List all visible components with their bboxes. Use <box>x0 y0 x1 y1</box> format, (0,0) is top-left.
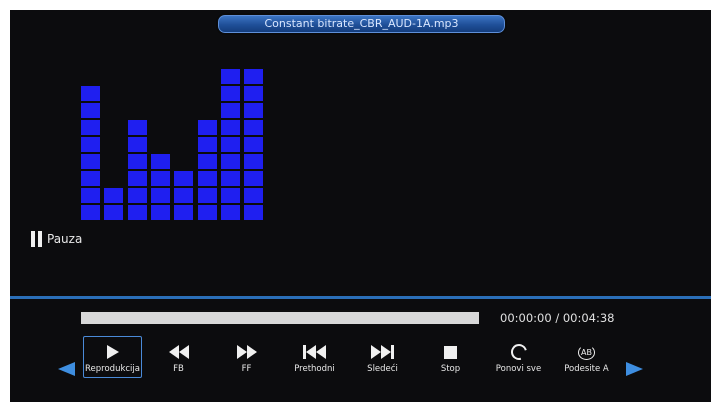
equalizer-cell <box>244 137 263 152</box>
equalizer-cell <box>128 154 147 169</box>
fast-forward-icon <box>218 341 275 363</box>
equalizer-cell <box>244 154 263 169</box>
equalizer-cell <box>244 103 263 118</box>
play-icon <box>106 345 119 359</box>
equalizer-cell <box>81 205 100 220</box>
equalizer-cell <box>151 171 170 186</box>
equalizer-cell <box>221 120 240 135</box>
divider <box>10 296 711 299</box>
total-time: 00:04:38 <box>562 311 615 325</box>
equalizer-cell <box>174 205 193 220</box>
equalizer-cell <box>198 154 217 169</box>
equalizer-cell <box>81 188 100 203</box>
equalizer-cell <box>128 120 147 135</box>
previous-button[interactable]: Prethodni <box>285 336 344 378</box>
play-label: Reprodukcija <box>85 364 140 374</box>
fast-forward-label: FF <box>241 364 252 374</box>
rewind-icon <box>150 341 207 363</box>
equalizer-bar <box>244 67 263 220</box>
stop-button[interactable]: Stop <box>421 336 480 378</box>
equalizer-cell <box>244 188 263 203</box>
equalizer-cell <box>81 171 100 186</box>
previous-label: Prethodni <box>294 364 335 374</box>
equalizer-cell <box>128 188 147 203</box>
equalizer-cell <box>151 154 170 169</box>
equalizer-cell <box>128 137 147 152</box>
repeat-all-button[interactable]: Ponovi sve <box>489 336 548 378</box>
equalizer-cell <box>244 205 263 220</box>
media-player-screen: Constant bitrate_CBR_AUD-1A.mp3 Pauza 00… <box>10 10 711 402</box>
equalizer-cell <box>221 205 240 220</box>
equalizer-visualizer <box>81 55 316 220</box>
scroll-right-arrow-icon[interactable] <box>626 362 643 376</box>
skip-previous-icon <box>286 341 343 363</box>
fast-forward-button[interactable]: FF <box>217 336 276 378</box>
fast-backward-label: FB <box>173 364 184 374</box>
equalizer-cell <box>244 86 263 101</box>
equalizer-bar <box>198 118 217 220</box>
equalizer-bar <box>81 84 100 220</box>
equalizer-cell <box>81 137 100 152</box>
equalizer-cell <box>221 188 240 203</box>
equalizer-cell <box>198 171 217 186</box>
equalizer-cell <box>221 154 240 169</box>
equalizer-cell <box>81 154 100 169</box>
equalizer-cell <box>221 103 240 118</box>
pause-icon <box>31 231 43 247</box>
next-label: Sledeći <box>367 364 398 374</box>
status-label: Pauza <box>47 232 83 246</box>
repeat-icon <box>507 341 530 363</box>
equalizer-cell <box>244 69 263 84</box>
set-a-label: Podesite A <box>564 364 609 374</box>
equalizer-cell <box>128 205 147 220</box>
equalizer-cell <box>128 171 147 186</box>
equalizer-bar <box>151 152 170 220</box>
equalizer-bar <box>104 186 123 220</box>
ab-repeat-icon: AB <box>578 344 595 360</box>
scroll-left-arrow-icon[interactable] <box>58 362 75 376</box>
equalizer-cell <box>198 188 217 203</box>
stop-label: Stop <box>440 364 461 374</box>
fast-backward-button[interactable]: FB <box>149 336 208 378</box>
skip-next-icon <box>354 341 411 363</box>
equalizer-cell <box>174 171 193 186</box>
equalizer-cell <box>244 120 263 135</box>
time-readout: 00:00:00 / 00:04:38 <box>500 311 615 325</box>
equalizer-cell <box>81 86 100 101</box>
stop-icon <box>444 345 457 359</box>
equalizer-cell <box>81 103 100 118</box>
equalizer-cell <box>221 86 240 101</box>
equalizer-cell <box>151 188 170 203</box>
elapsed-time: 00:00:00 <box>500 311 552 325</box>
equalizer-cell <box>221 171 240 186</box>
equalizer-cell <box>151 205 170 220</box>
equalizer-cell <box>198 137 217 152</box>
equalizer-cell <box>81 120 100 135</box>
equalizer-cell <box>244 171 263 186</box>
equalizer-cell <box>221 69 240 84</box>
equalizer-cell <box>104 188 123 203</box>
set-a-button[interactable]: AB Podesite A <box>557 336 616 378</box>
playback-status: Pauza <box>31 230 82 248</box>
equalizer-cell <box>174 188 193 203</box>
equalizer-bar <box>221 67 240 220</box>
file-title: Constant bitrate_CBR_AUD-1A.mp3 <box>216 13 507 35</box>
equalizer-cell <box>104 205 123 220</box>
equalizer-cell <box>198 205 217 220</box>
repeat-all-label: Ponovi sve <box>495 364 542 374</box>
progress-bar[interactable] <box>81 312 479 324</box>
play-button[interactable]: Reprodukcija <box>83 336 142 378</box>
equalizer-bar <box>128 118 147 220</box>
next-button[interactable]: Sledeći <box>353 336 412 378</box>
equalizer-cell <box>221 137 240 152</box>
equalizer-cell <box>198 120 217 135</box>
equalizer-bar <box>174 169 193 220</box>
time-separator: / <box>555 311 560 325</box>
